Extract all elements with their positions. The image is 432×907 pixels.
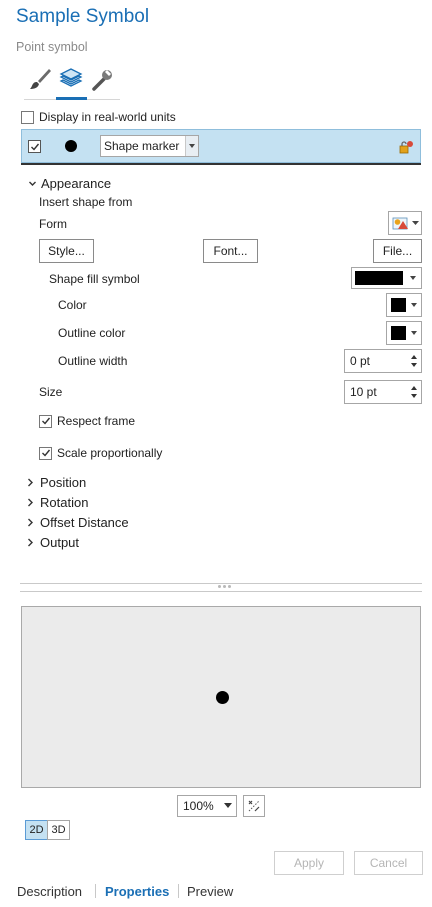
insert-shape-dropdown[interactable] xyxy=(388,211,422,235)
zoom-value: 100% xyxy=(183,799,214,813)
outline-color-picker[interactable] xyxy=(386,321,422,345)
mode-3d-button[interactable]: 3D xyxy=(47,820,70,840)
real-world-units-label: Display in real-world units xyxy=(39,110,176,124)
form-label: Form xyxy=(39,217,67,231)
chevron-down-icon xyxy=(411,303,417,307)
layer-row-divider xyxy=(21,163,421,165)
apply-button[interactable]: Apply xyxy=(274,851,344,875)
zoom-to-fit-icon xyxy=(248,800,260,812)
symbol-layer-row[interactable]: Shape marker xyxy=(21,129,421,163)
layer-visible-checkbox[interactable] xyxy=(28,140,41,153)
respect-frame-label: Respect frame xyxy=(57,414,136,428)
tab-description[interactable]: Description xyxy=(17,884,82,899)
layers-icon xyxy=(59,68,83,87)
style-button[interactable]: Style... xyxy=(39,239,94,263)
offset-distance-title: Offset Distance xyxy=(40,515,129,530)
real-world-units-option[interactable]: Display in real-world units xyxy=(21,110,176,124)
chevron-right-icon xyxy=(28,498,33,507)
tab-preview[interactable]: Preview xyxy=(187,884,233,899)
outline-color-swatch xyxy=(391,326,406,340)
chevron-right-icon xyxy=(28,538,33,547)
chevron-down-icon xyxy=(411,331,417,335)
wrench-icon xyxy=(92,70,112,91)
chevron-right-icon xyxy=(28,518,33,527)
outline-width-label: Outline width xyxy=(58,354,128,368)
offset-distance-section-header[interactable]: Offset Distance xyxy=(27,515,129,530)
zoom-dropdown[interactable]: 100% xyxy=(177,795,237,817)
fill-symbol-swatch xyxy=(355,271,403,285)
respect-frame-option[interactable]: Respect frame xyxy=(39,414,135,428)
chevron-right-icon xyxy=(28,478,33,487)
tab-layers[interactable] xyxy=(57,64,85,94)
output-section-header[interactable]: Output xyxy=(27,535,79,550)
scale-proportionally-label: Scale proportionally xyxy=(57,446,163,460)
tab-properties[interactable]: Properties xyxy=(105,884,169,899)
chevron-down-icon xyxy=(185,136,198,156)
size-label: Size xyxy=(39,385,63,399)
color-swatch xyxy=(391,298,406,312)
chevron-down-icon xyxy=(224,803,232,808)
active-tab-indicator xyxy=(56,97,87,100)
appearance-title: Appearance xyxy=(41,176,112,191)
size-value: 10 pt xyxy=(350,385,377,399)
cancel-button[interactable]: Cancel xyxy=(354,851,423,875)
layer-symbol-preview xyxy=(65,140,77,152)
scale-proportionally-checkbox[interactable] xyxy=(39,446,52,460)
chevron-down-icon xyxy=(29,181,36,186)
scale-proportionally-option[interactable]: Scale proportionally xyxy=(39,446,162,460)
symbol-preview-canvas xyxy=(21,606,421,788)
shape-gallery-icon xyxy=(392,217,408,229)
lock-layer-icon[interactable] xyxy=(398,139,414,158)
increment-arrow-icon[interactable] xyxy=(411,386,417,390)
paintbrush-icon xyxy=(30,69,51,89)
checkmark-icon xyxy=(41,449,50,457)
tab-separator xyxy=(178,884,179,898)
real-world-units-checkbox[interactable] xyxy=(21,110,34,124)
dialog-subtitle: Point symbol xyxy=(16,40,88,54)
position-section-header[interactable]: Position xyxy=(27,475,86,490)
fit-to-extent-button[interactable] xyxy=(243,795,265,817)
tab-wrench[interactable] xyxy=(88,64,116,94)
tab-separator xyxy=(95,884,96,898)
marker-type-value: Shape marker xyxy=(104,139,180,153)
position-title: Position xyxy=(40,475,87,490)
marker-type-dropdown[interactable]: Shape marker xyxy=(100,135,199,157)
tab-properties-paint[interactable] xyxy=(26,64,54,94)
decrement-arrow-icon[interactable] xyxy=(411,363,417,367)
color-picker[interactable] xyxy=(386,293,422,317)
rotation-section-header[interactable]: Rotation xyxy=(27,495,88,510)
mode-2d-button[interactable]: 2D xyxy=(25,820,48,840)
decrement-arrow-icon[interactable] xyxy=(411,394,417,398)
insert-shape-label: Insert shape from xyxy=(39,195,133,209)
increment-arrow-icon[interactable] xyxy=(411,355,417,359)
respect-frame-checkbox[interactable] xyxy=(39,414,52,428)
size-stepper[interactable]: 10 pt xyxy=(344,380,422,404)
file-button[interactable]: File... xyxy=(373,239,422,263)
grip-dots-icon xyxy=(218,585,231,588)
outline-color-label: Outline color xyxy=(58,326,126,340)
chevron-down-icon xyxy=(410,276,416,280)
pane-splitter[interactable] xyxy=(20,583,422,592)
outline-width-value: 0 pt xyxy=(350,354,371,368)
checkmark-icon xyxy=(30,143,39,151)
rotation-title: Rotation xyxy=(40,495,89,510)
checkmark-icon xyxy=(41,417,50,425)
shape-fill-symbol-label: Shape fill symbol xyxy=(49,272,140,286)
dialog-title: Sample Symbol xyxy=(16,6,150,27)
color-label: Color xyxy=(58,298,87,312)
output-title: Output xyxy=(40,535,80,550)
preview-symbol-dot xyxy=(216,691,229,704)
shape-fill-symbol-picker[interactable] xyxy=(351,267,422,289)
font-button[interactable]: Font... xyxy=(203,239,258,263)
chevron-down-icon xyxy=(411,220,419,225)
outline-width-stepper[interactable]: 0 pt xyxy=(344,349,422,373)
appearance-section-header[interactable]: Appearance xyxy=(28,176,111,191)
